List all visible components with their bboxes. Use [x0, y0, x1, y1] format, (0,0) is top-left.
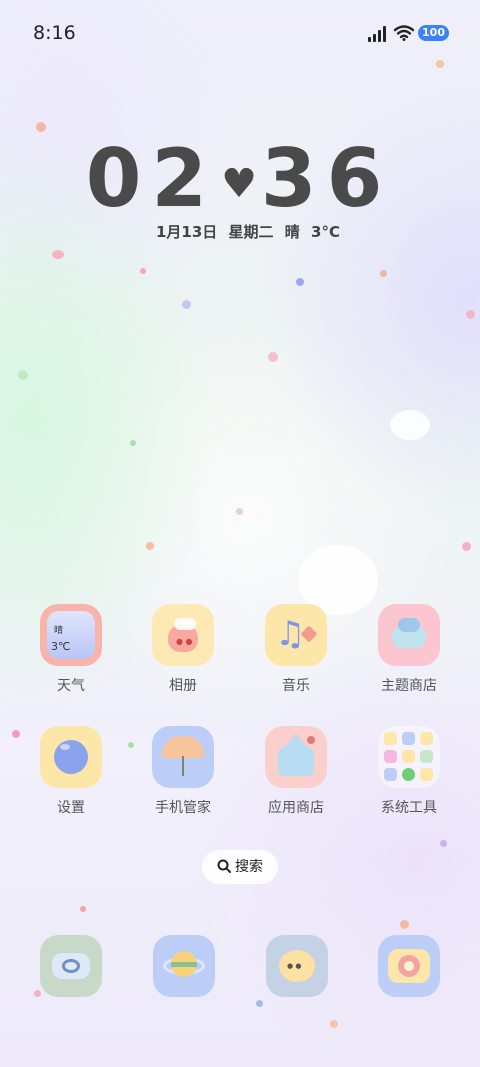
temperature-text: 3°C	[311, 223, 340, 241]
browser-icon[interactable]: ● ●	[266, 935, 328, 997]
app-label: 主题商店	[381, 678, 437, 694]
app-system-tools[interactable]: 系统工具	[364, 726, 454, 817]
app-label: 音乐	[282, 678, 310, 694]
date-weather-line: 1月13日 星期二 晴 3°C	[0, 221, 480, 242]
app-music[interactable]: ♫ 音乐	[251, 604, 341, 695]
date-text: 1月13日	[156, 223, 218, 241]
app-weather[interactable]: 晴 3℃ 天气	[26, 604, 116, 695]
search-label: 搜索	[235, 859, 263, 875]
battery-indicator: 100	[418, 25, 449, 41]
app-store-icon	[265, 726, 327, 788]
app-label: 应用商店	[268, 800, 324, 816]
search-button[interactable]: 搜索	[202, 850, 278, 884]
messages-icon[interactable]	[153, 935, 215, 997]
music-icon: ♫	[265, 604, 327, 666]
app-settings[interactable]: 设置	[26, 726, 116, 817]
app-phone-manager[interactable]: 手机管家	[138, 726, 228, 817]
status-bar: 8:16 100	[0, 0, 480, 68]
app-label: 手机管家	[155, 800, 211, 816]
app-gallery[interactable]: ● ● 相册	[138, 604, 228, 695]
gallery-icon: ● ●	[152, 604, 214, 666]
clock-widget[interactable]: 02 ♥ 36	[84, 138, 394, 220]
settings-icon	[40, 726, 102, 788]
weather-icon: 晴 3℃	[40, 604, 102, 666]
theme-store-icon	[378, 604, 440, 666]
phone-manager-icon	[152, 726, 214, 788]
weather-text: 晴	[284, 223, 300, 241]
phone-icon[interactable]	[40, 935, 102, 997]
app-label: 系统工具	[381, 800, 437, 816]
app-label: 相册	[169, 678, 197, 694]
cellular-signal-icon	[368, 26, 390, 42]
system-tools-folder-icon	[378, 726, 440, 788]
heart-colon-icon: ♥	[221, 161, 257, 208]
app-app-store[interactable]: 应用商店	[251, 726, 341, 817]
clock-hour: 02	[85, 132, 218, 225]
camera-icon[interactable]	[378, 935, 440, 997]
wifi-icon	[393, 25, 415, 41]
app-label: 天气	[57, 678, 85, 694]
clock-minute: 36	[260, 132, 393, 225]
weekday-text: 星期二	[228, 223, 274, 241]
app-label: 设置	[57, 800, 85, 816]
search-icon	[217, 859, 231, 873]
app-theme-store[interactable]: 主题商店	[364, 604, 454, 695]
status-time: 8:16	[33, 22, 76, 44]
